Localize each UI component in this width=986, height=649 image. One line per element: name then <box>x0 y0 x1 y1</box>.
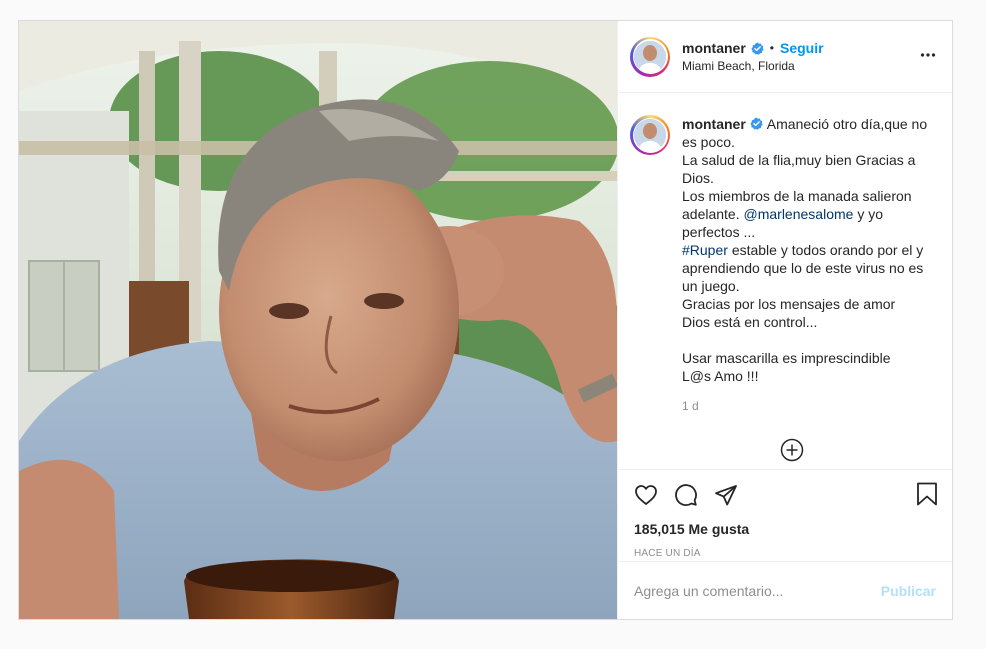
plus-circle-icon[interactable] <box>780 438 804 467</box>
send-icon[interactable] <box>714 483 738 507</box>
caption-time-ago[interactable]: 1 d <box>682 397 936 415</box>
author-avatar[interactable] <box>630 36 670 77</box>
caption-line: Gracias por los mensajes de amor <box>682 296 896 312</box>
selfie-image <box>19 21 617 619</box>
caption-line: La salud de la flia,muy bien Gracias a D… <box>682 152 916 186</box>
post-side-panel: montaner • Seguir Miami Beach, Florida m… <box>617 21 952 619</box>
caption-line: #Ruper estable y todos orando por el y a… <box>682 241 936 295</box>
caption-line: Los miembros de la manada salieron adela… <box>682 187 936 241</box>
caption-line: Usar mascarilla es imprescindible <box>682 350 891 366</box>
verified-badge-icon <box>751 42 764 55</box>
hashtag-link[interactable]: #Ruper <box>682 242 728 258</box>
post-actions: 185,015 Me gusta HACE UN DÍA <box>618 469 952 561</box>
comment-icon[interactable] <box>674 483 698 507</box>
post-date[interactable]: HACE UN DÍA <box>634 548 936 559</box>
comment-input[interactable] <box>634 582 881 599</box>
post-photo[interactable] <box>19 21 617 619</box>
heart-icon[interactable] <box>634 483 658 507</box>
publish-button[interactable]: Publicar <box>881 583 936 599</box>
post-caption: montaner Amaneció otro día,que no es poc… <box>630 115 936 415</box>
avatar-photo <box>634 119 666 151</box>
bookmark-icon[interactable] <box>916 482 938 511</box>
post-card: montaner • Seguir Miami Beach, Florida m… <box>18 20 953 620</box>
avatar-photo <box>634 40 666 73</box>
caption-author-avatar[interactable] <box>630 115 670 155</box>
comment-form: Publicar <box>618 561 952 619</box>
caption-line: L@s Amo !!! <box>682 368 759 384</box>
caption-text: montaner Amaneció otro día,que no es poc… <box>682 115 936 415</box>
post-location[interactable]: Miami Beach, Florida <box>682 59 824 73</box>
header-separator: • <box>769 41 774 55</box>
caption-username[interactable]: montaner <box>682 116 746 132</box>
likes-count[interactable]: 185,015 Me gusta <box>634 521 936 537</box>
author-username[interactable]: montaner <box>682 40 746 56</box>
caption-line: Dios está en control... <box>682 314 818 330</box>
comments-area: montaner Amaneció otro día,que no es poc… <box>618 93 952 469</box>
mention-link[interactable]: @marlenesalome <box>744 206 854 222</box>
more-horizontal-icon[interactable] <box>920 47 936 68</box>
verified-badge-icon <box>750 117 763 130</box>
post-header: montaner • Seguir Miami Beach, Florida <box>618 21 952 93</box>
follow-button[interactable]: Seguir <box>780 40 824 56</box>
